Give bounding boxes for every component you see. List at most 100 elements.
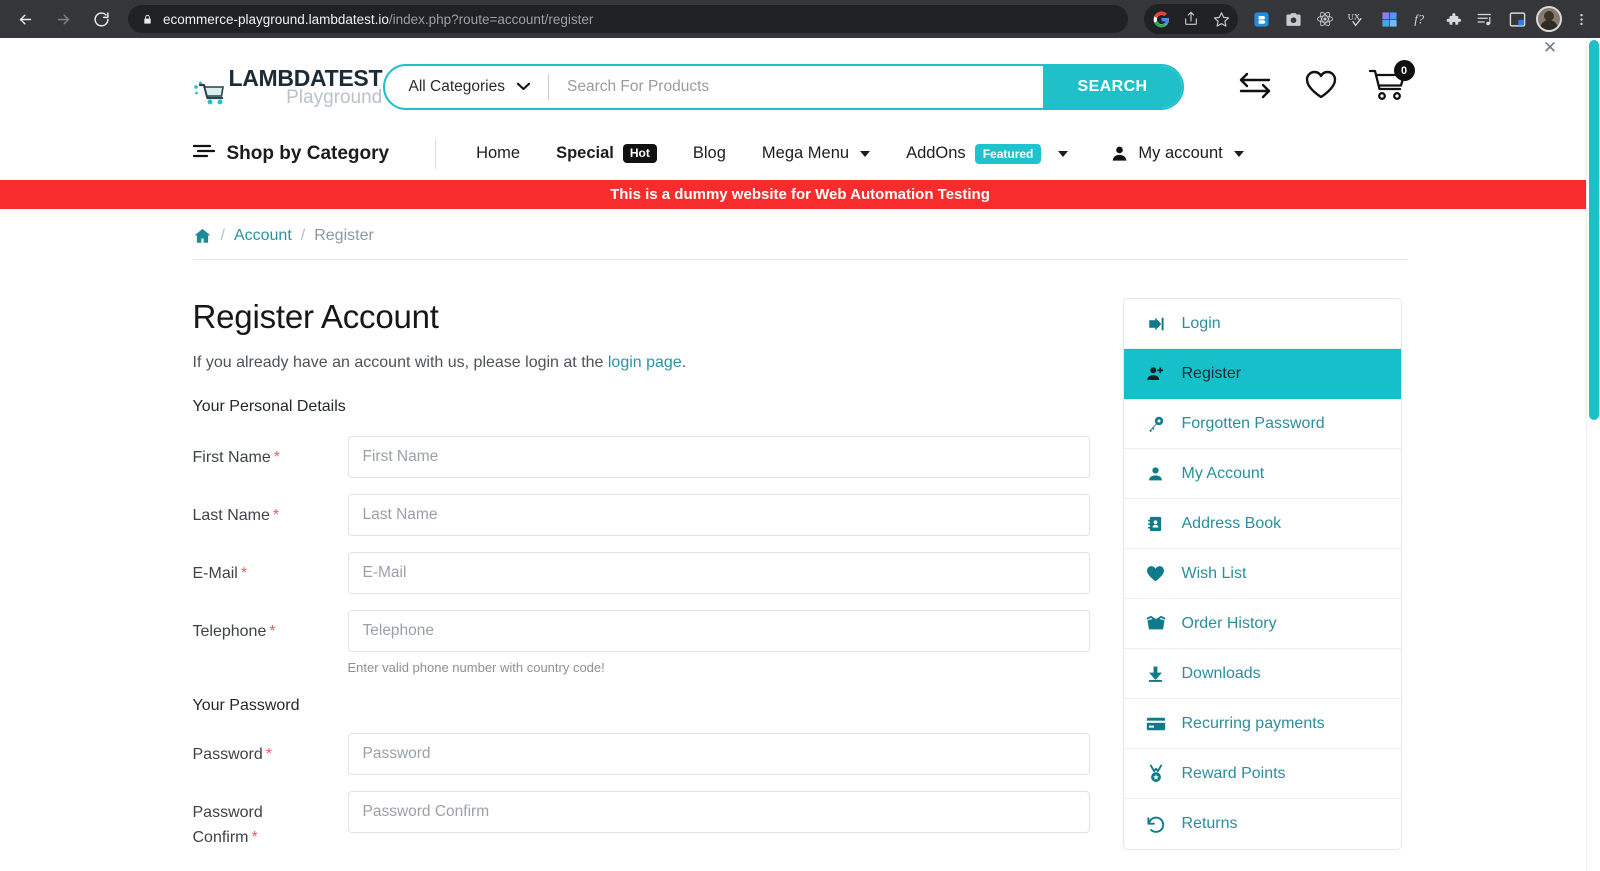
login-page-link[interactable]: login page	[608, 354, 682, 371]
nav-item-addons[interactable]: AddOns Featured	[906, 143, 1069, 165]
sidebar-item-label: Forgotten Password	[1181, 414, 1325, 432]
nav-item-label: AddOns	[906, 144, 966, 163]
window-split-icon[interactable]	[1502, 4, 1532, 34]
download-icon	[1146, 665, 1166, 683]
sidebar-item-label: Login	[1181, 314, 1221, 332]
sidebar-item-label: Returns	[1181, 815, 1238, 832]
extension-blue-icon[interactable]	[1246, 4, 1276, 34]
bookmark-star-icon[interactable]	[1206, 4, 1236, 34]
required-asterisk: *	[251, 828, 258, 846]
camera-icon[interactable]	[1278, 4, 1308, 34]
three-dot-menu-icon[interactable]	[1566, 4, 1596, 34]
nav-item-label: Special	[556, 144, 614, 163]
sidebar-item-label: My Account	[1181, 464, 1265, 482]
browser-nav-buttons	[0, 2, 118, 36]
required-asterisk: *	[269, 623, 276, 640]
nav-item-special[interactable]: Special Hot	[556, 144, 657, 164]
chevron-down-icon	[516, 78, 531, 96]
first-name-input[interactable]	[347, 436, 1090, 478]
email-input[interactable]	[347, 552, 1090, 594]
nav-item-blog[interactable]: Blog	[693, 144, 726, 163]
password-legend: Your Password	[192, 697, 300, 714]
google-lens-icon[interactable]	[1146, 4, 1176, 34]
last-name-input[interactable]	[347, 494, 1090, 536]
lock-icon	[142, 13, 153, 26]
nav-item-my-account[interactable]: My account	[1110, 144, 1244, 163]
address-bar[interactable]: ecommerce-playground.lambdatest.io/index…	[128, 5, 1128, 33]
search-button[interactable]: SEARCH	[1042, 66, 1182, 108]
sidebar-item-label: Register	[1181, 364, 1242, 382]
telephone-help-text: Enter valid phone number with country co…	[347, 660, 605, 675]
form-row-password: Password *	[193, 733, 1093, 775]
breadcrumb-separator: /	[300, 227, 306, 244]
sidebar-item-downloads[interactable]: Downloads	[1123, 649, 1401, 699]
shopping-cart-icon[interactable]: 0	[1368, 60, 1415, 106]
last-name-label: Last Name *	[193, 494, 348, 529]
sidebar-item-recurring-payments[interactable]: Recurring payments	[1123, 699, 1401, 749]
header-icon-group: 0	[1236, 60, 1415, 106]
site-logo[interactable]: LAMBDATEST Playground	[193, 67, 383, 107]
compare-icon[interactable]	[1236, 69, 1274, 106]
color-grid-icon[interactable]	[1374, 4, 1404, 34]
chevron-down-icon	[860, 150, 871, 157]
forward-arrow-icon[interactable]	[46, 2, 80, 36]
wishlist-heart-icon[interactable]	[1304, 69, 1338, 105]
category-select-label: All Categories	[408, 78, 506, 95]
back-arrow-icon[interactable]	[8, 2, 42, 36]
breadcrumb-item-register: Register	[314, 227, 374, 244]
breadcrumb-item-account[interactable]: Account	[234, 227, 292, 245]
share-icon[interactable]	[1176, 4, 1206, 34]
close-x-icon[interactable]: ✕	[1540, 38, 1560, 58]
sidebar-item-reward-points[interactable]: Reward Points	[1123, 749, 1401, 799]
page-scrollbar-thumb[interactable]	[1589, 40, 1599, 420]
email-label: E-Mail *	[193, 552, 348, 587]
breadcrumb: / Account / Register	[193, 227, 1408, 245]
shop-by-category-button[interactable]: Shop by Category	[192, 143, 389, 165]
sidebar-item-address-book[interactable]: Address Book	[1123, 499, 1401, 549]
content-area: Register Account If you already have an …	[193, 260, 1408, 871]
omnibox-action-group	[1144, 4, 1238, 34]
nav-item-home[interactable]: Home	[476, 144, 520, 163]
form-row-email: E-Mail *	[193, 552, 1093, 594]
dummy-site-banner: This is a dummy website for Web Automati…	[0, 180, 1600, 209]
reload-icon[interactable]	[84, 2, 118, 36]
password-confirm-field-wrap	[347, 791, 1090, 833]
home-icon[interactable]	[193, 227, 212, 245]
login-arrow-icon	[1146, 315, 1166, 333]
category-select[interactable]: All Categories	[385, 66, 549, 108]
puzzle-extensions-icon[interactable]	[1438, 4, 1468, 34]
function-icon[interactable]: f?	[1406, 4, 1436, 34]
password-input[interactable]	[347, 733, 1090, 775]
sidebar-item-login[interactable]: Login	[1123, 299, 1401, 349]
telephone-input[interactable]	[347, 610, 1090, 652]
intro-suffix: .	[681, 354, 687, 371]
sidebar-item-order-history[interactable]: Order History	[1123, 599, 1401, 649]
register-form-column: Register Account If you already have an …	[193, 298, 1093, 871]
playlist-icon[interactable]	[1470, 4, 1500, 34]
sidebar-item-forgotten-password[interactable]: Forgotten Password	[1123, 399, 1401, 449]
sidebar-item-register[interactable]: Register	[1123, 349, 1401, 399]
site-header: LAMBDATEST Playground All Categories SEA…	[193, 38, 1415, 128]
profile-avatar[interactable]	[1534, 4, 1564, 34]
page-title: Register Account	[192, 298, 439, 335]
ux-check-icon[interactable]: UX	[1342, 4, 1372, 34]
first-name-label: First Name *	[193, 436, 348, 471]
password-confirm-input[interactable]	[347, 791, 1090, 833]
sidebar-item-label: Reward Points	[1181, 764, 1286, 782]
nav-divider	[435, 139, 437, 169]
react-devtools-icon[interactable]	[1310, 4, 1340, 34]
sidebar-item-my-account[interactable]: My Account	[1123, 449, 1401, 499]
hot-badge: Hot	[622, 144, 657, 164]
browser-toolbar-icons: UX f?	[1144, 0, 1596, 38]
page-scrollbar-track[interactable]	[1586, 38, 1600, 871]
svg-text:UX: UX	[1348, 12, 1361, 22]
form-row-password-confirm: Password Confirm *	[193, 791, 1093, 851]
nav-item-mega-menu[interactable]: Mega Menu	[762, 144, 871, 163]
user-icon	[1110, 144, 1129, 163]
sidebar-item-returns[interactable]: Returns	[1124, 799, 1401, 849]
medal-icon	[1146, 764, 1166, 783]
sidebar-item-wish-list[interactable]: Wish List	[1123, 549, 1401, 599]
email-field-wrap	[347, 552, 1090, 594]
search-input[interactable]	[549, 78, 1043, 96]
required-asterisk: *	[240, 565, 248, 582]
